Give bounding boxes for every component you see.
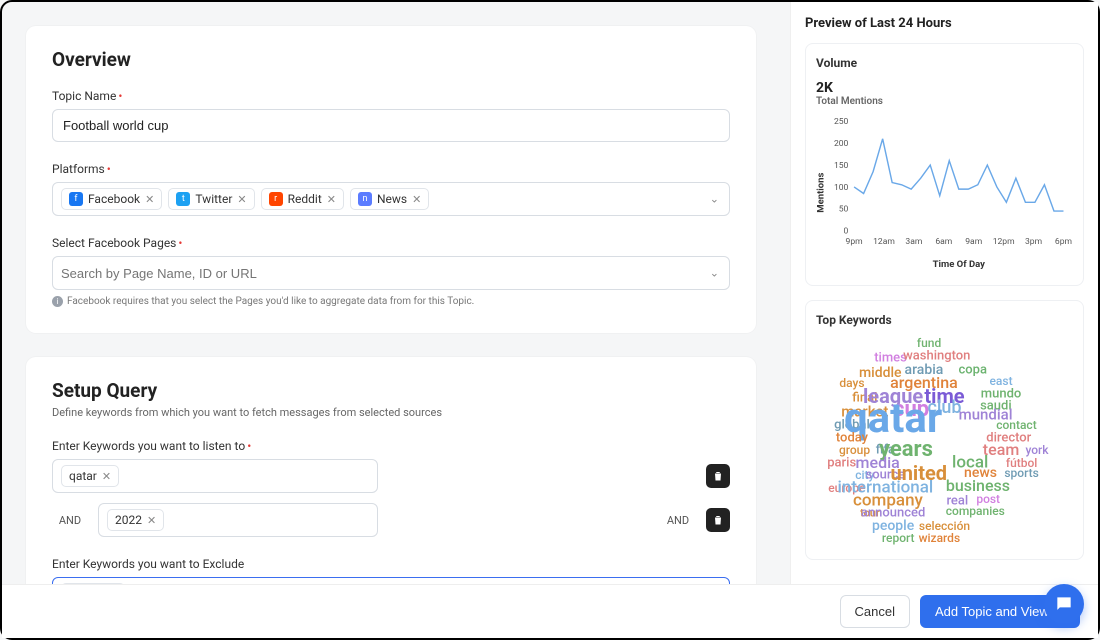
total-mentions-value: 2K xyxy=(816,80,1073,96)
preview-panel: Preview of Last 24 Hours Volume 2K Total… xyxy=(790,2,1098,638)
svg-text:12pm: 12pm xyxy=(993,237,1015,247)
required-indicator: • xyxy=(247,439,251,453)
svg-text:3pm: 3pm xyxy=(1025,237,1042,247)
keyword-row: AND 2022✕ AND xyxy=(52,503,730,537)
svg-text:6pm: 6pm xyxy=(1055,237,1072,247)
query-sub: Define keywords from which you want to f… xyxy=(52,406,730,419)
pages-hint: i Facebook requires that you select the … xyxy=(52,296,730,307)
svg-text:12am: 12am xyxy=(873,237,895,247)
exclude-label: Enter Keywords you want to Exclude xyxy=(52,557,244,571)
keyword-row: qatar✕ xyxy=(52,459,730,493)
svg-text:Time Of Day: Time Of Day xyxy=(933,259,986,269)
wordcloud-term[interactable]: washington xyxy=(903,349,970,362)
wordcloud: fundtimeswashingtonmiddlearabiacopadaysa… xyxy=(816,337,1073,547)
keyword-tag[interactable]: 2022✕ xyxy=(107,509,164,531)
platforms-label: Platforms xyxy=(52,162,105,176)
keywords-card: Top Keywords fundtimeswashingtonmiddlear… xyxy=(805,300,1084,560)
svg-text:150: 150 xyxy=(834,161,849,171)
svg-text:50: 50 xyxy=(839,205,849,215)
overview-title: Overview xyxy=(52,48,730,71)
delete-row-button[interactable] xyxy=(706,508,730,532)
volume-title: Volume xyxy=(816,56,1073,70)
chevron-down-icon: ⌄ xyxy=(710,267,719,280)
listen-label: Enter Keywords you want to listen to xyxy=(52,439,245,453)
svg-text:200: 200 xyxy=(834,139,849,149)
platform-tag[interactable]: fFacebook✕ xyxy=(61,188,162,210)
wordcloud-term[interactable]: post xyxy=(976,493,1000,505)
pages-search-input[interactable] xyxy=(61,266,721,281)
svg-text:9pm: 9pm xyxy=(846,237,863,247)
wordcloud-term[interactable]: york xyxy=(1025,444,1048,456)
required-indicator: • xyxy=(107,162,111,176)
svg-text:0: 0 xyxy=(844,227,849,237)
remove-tag-icon[interactable]: ✕ xyxy=(327,193,336,206)
remove-tag-icon[interactable]: ✕ xyxy=(102,470,111,483)
platform-tag[interactable]: tTwitter✕ xyxy=(168,188,254,210)
svg-text:3am: 3am xyxy=(905,237,922,247)
required-indicator: • xyxy=(178,236,182,250)
pages-label: Select Facebook Pages xyxy=(52,236,176,250)
twitter-icon: t xyxy=(176,192,190,206)
preview-title: Preview of Last 24 Hours xyxy=(805,16,1084,31)
remove-tag-icon[interactable]: ✕ xyxy=(237,193,246,206)
chat-fab[interactable] xyxy=(1044,584,1084,624)
svg-text:9am: 9am xyxy=(965,237,982,247)
and-operator: AND xyxy=(52,514,88,527)
svg-text:6am: 6am xyxy=(935,237,952,247)
svg-text:Mentions: Mentions xyxy=(816,173,827,213)
remove-tag-icon[interactable]: ✕ xyxy=(412,193,421,206)
platform-tag[interactable]: nNews✕ xyxy=(350,188,429,210)
chevron-down-icon: ⌄ xyxy=(710,193,719,206)
wordcloud-term[interactable]: companies xyxy=(946,505,1005,517)
wordcloud-term[interactable]: report xyxy=(882,532,915,544)
cancel-button[interactable]: Cancel xyxy=(840,595,910,628)
volume-card: Volume 2K Total Mentions Mentions 0 50 100… xyxy=(805,43,1084,286)
wordcloud-term[interactable]: copa xyxy=(959,364,987,377)
wordcloud-term[interactable]: times xyxy=(874,351,907,364)
remove-tag-icon[interactable]: ✕ xyxy=(145,193,154,206)
keywords-title: Top Keywords xyxy=(816,313,1073,327)
keyword-input[interactable]: qatar✕ xyxy=(52,459,378,493)
keyword-input[interactable]: 2022✕ xyxy=(98,503,378,537)
facebook-icon: f xyxy=(69,192,83,206)
pages-select[interactable]: ⌄ xyxy=(52,256,730,290)
keyword-tag[interactable]: qatar✕ xyxy=(61,465,119,487)
delete-row-button[interactable] xyxy=(706,464,730,488)
remove-tag-icon[interactable]: ✕ xyxy=(147,514,156,527)
query-title: Setup Query xyxy=(52,379,730,402)
total-mentions-label: Total Mentions xyxy=(816,96,1073,107)
topic-name-label: Topic Name xyxy=(52,89,116,103)
footer-actions: Cancel Add Topic and View Report xyxy=(2,584,1098,638)
topic-name-input[interactable] xyxy=(52,109,730,142)
wordcloud-term[interactable]: selección xyxy=(919,520,970,532)
platforms-select[interactable]: fFacebook✕ tTwitter✕ rReddit✕ nNews✕ ⌄ xyxy=(52,182,730,216)
wordcloud-term[interactable]: paris xyxy=(827,456,856,469)
and-operator: AND xyxy=(660,514,696,527)
info-icon: i xyxy=(52,296,63,307)
required-indicator: • xyxy=(118,89,122,103)
platform-tag[interactable]: rReddit✕ xyxy=(261,188,344,210)
news-icon: n xyxy=(358,192,372,206)
overview-card: Overview Topic Name• Platforms• fFaceboo… xyxy=(26,26,756,333)
volume-chart: Mentions 0 50 100 150 200 250 9pm 12am 3am 6am 9a… xyxy=(816,107,1073,269)
reddit-icon: r xyxy=(269,192,283,206)
wordcloud-term[interactable]: today xyxy=(836,431,868,444)
svg-text:100: 100 xyxy=(834,183,849,193)
wordcloud-term[interactable]: days xyxy=(839,377,864,389)
svg-text:250: 250 xyxy=(834,117,849,127)
wordcloud-term[interactable]: wizards xyxy=(919,532,961,544)
